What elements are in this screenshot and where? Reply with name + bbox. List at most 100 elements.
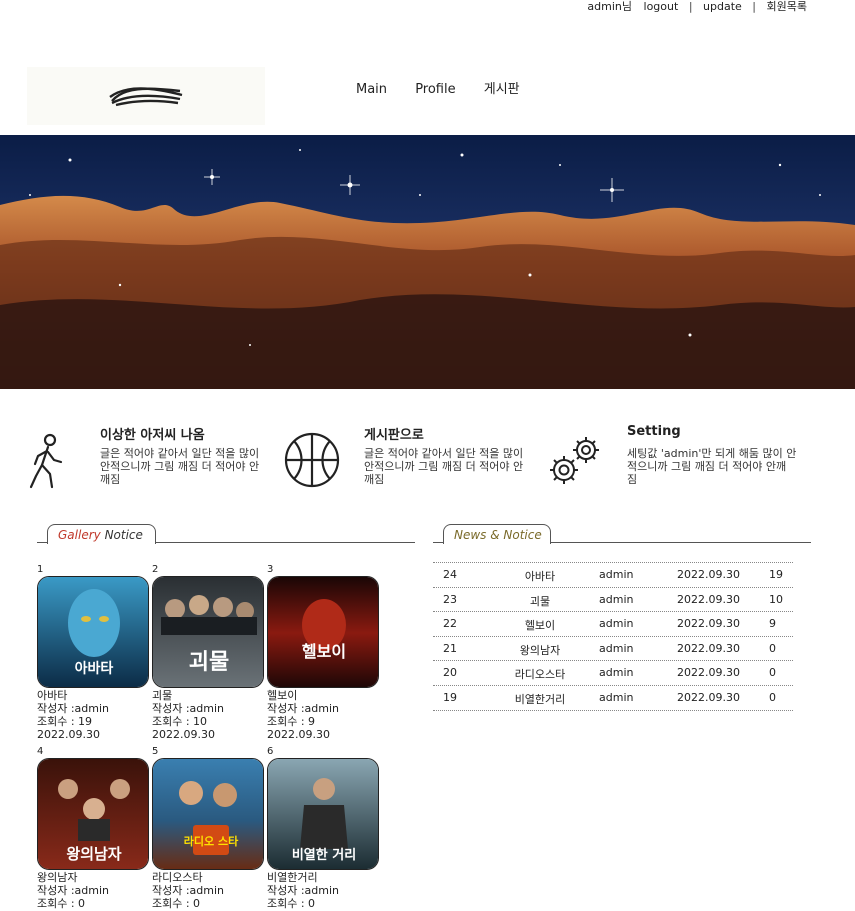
news-row-date: 2022.09.30 <box>677 617 740 631</box>
news-row-title[interactable]: 왕의남자 <box>495 642 585 658</box>
gallery-item-info: 왕의남자 작성자 :admin 조회수 : 0 <box>37 871 152 910</box>
update-link[interactable]: update <box>703 0 742 14</box>
news-notice-list: 24 아바타 admin 2022.09.30 19 23 괴물 admin 2… <box>433 562 793 711</box>
news-row-views: 0 <box>769 690 776 704</box>
poster-title-text: 괴물 <box>189 650 229 675</box>
greeting-username: admin <box>587 0 622 13</box>
gallery-item-info: 비열한거리 작성자 :admin 조회수 : 0 <box>267 871 382 910</box>
news-row-date: 2022.09.30 <box>677 568 740 581</box>
news-row-views: 0 <box>769 641 776 655</box>
gallery-item[interactable]: 4 왕의남자 왕의남자 작성자 :admin 조회수 : 0 <box>37 746 152 910</box>
feature-block-1[interactable]: 이상한 아저씨 나옴 글은 적어야 같아서 일단 적을 많이 안적으니까 그림 … <box>28 424 278 494</box>
top-utility-nav: admin님 logout | update | 회원목록 <box>587 0 807 14</box>
news-row[interactable]: 21 왕의남자 admin 2022.09.30 0 <box>433 637 793 662</box>
news-row-author: admin <box>599 568 634 581</box>
tab-news-label: News & Notice <box>454 528 542 542</box>
movie-poster[interactable]: 라디오 스타 <box>152 758 264 870</box>
news-row-author: admin <box>599 690 634 704</box>
news-row[interactable]: 22 헬보이 admin 2022.09.30 9 <box>433 612 793 637</box>
news-row-author: admin <box>599 617 634 631</box>
news-row-views: 0 <box>769 666 776 680</box>
news-row[interactable]: 20 라디오스타 admin 2022.09.30 0 <box>433 661 793 686</box>
gallery-item-title[interactable]: 아바타 <box>37 689 152 702</box>
news-row-views: 19 <box>769 568 783 581</box>
news-row[interactable]: 24 아바타 admin 2022.09.30 19 <box>433 563 793 588</box>
news-row-date: 2022.09.30 <box>677 592 740 606</box>
news-row-title[interactable]: 괴물 <box>495 593 585 609</box>
news-row-views: 10 <box>769 592 783 606</box>
gallery-item-number: 4 <box>37 746 44 757</box>
gallery-item-date: 2022.09.30 <box>37 728 100 741</box>
tab-news-notice[interactable]: News & Notice <box>443 524 551 544</box>
gallery-item-author: 작성자 :admin <box>152 884 225 897</box>
feature-text: 글은 적어야 같아서 일단 적을 많이 안적으니까 그림 깨짐 더 적어야 안 … <box>100 447 260 486</box>
gallery-item-author: 작성자 :admin <box>267 884 340 897</box>
gallery-item[interactable]: 3 헬보이 헬보이 작성자 :admin 조회수 : 9 2022.09.30 <box>267 564 382 741</box>
feature-text: 글은 적어야 같아서 일단 적을 많이 안적으니까 그림 깨짐 더 적어야 안 … <box>364 447 524 486</box>
main-menu: Main Profile 게시판 <box>356 78 544 97</box>
gallery-item[interactable]: 1 아바타 아바타 작성자 :admin 조회수 : 19 2022.09.30 <box>37 564 152 741</box>
gallery-item[interactable]: 2 괴물 괴물 작성자 :admin 조회수 : 10 2022.09.30 <box>152 564 267 741</box>
gallery-item-views: 조회수 : 0 <box>152 897 201 910</box>
menu-profile[interactable]: Profile <box>415 82 455 97</box>
basketball-icon <box>284 432 340 488</box>
movie-poster[interactable]: 비열한 거리 <box>267 758 379 870</box>
movie-poster[interactable]: 헬보이 <box>267 576 379 688</box>
news-row[interactable]: 19 비열한거리 admin 2022.09.30 0 <box>433 686 793 711</box>
feature-title: 게시판으로 <box>364 428 424 443</box>
news-row-date: 2022.09.30 <box>677 666 740 680</box>
news-row-number: 22 <box>443 617 457 631</box>
gallery-item-views: 조회수 : 0 <box>37 897 86 910</box>
news-row-views: 9 <box>769 617 776 631</box>
news-row-title[interactable]: 헬보이 <box>495 617 585 633</box>
gallery-item[interactable]: 5 라디오 스타 라디오스타 작성자 :admin 조회수 : 0 <box>152 746 267 910</box>
news-row-title[interactable]: 비열한거리 <box>495 691 585 707</box>
separator: | <box>752 0 757 13</box>
tab-gallery-notice[interactable]: Gallery Notice <box>47 524 156 544</box>
gallery-item-info: 라디오스타 작성자 :admin 조회수 : 0 <box>152 871 267 910</box>
news-notice-header: News & Notice <box>433 524 811 544</box>
site-logo[interactable] <box>27 67 265 125</box>
feature-block-2[interactable]: 게시판으로 글은 적어야 같아서 일단 적을 많이 안적으니까 그림 깨짐 더 … <box>284 424 539 494</box>
separator: | <box>688 0 693 13</box>
gallery-item-title[interactable]: 괴물 <box>152 689 267 702</box>
news-row-author: admin <box>599 592 634 606</box>
feature-block-3[interactable]: Setting 세팅값 'admin'만 되게 해둠 많이 안 적으니까 그림 … <box>548 424 808 494</box>
menu-main[interactable]: Main <box>356 82 387 97</box>
movie-poster[interactable]: 아바타 <box>37 576 149 688</box>
news-row-date: 2022.09.30 <box>677 641 740 655</box>
feature-title: Setting <box>627 424 681 439</box>
gallery-item-title[interactable]: 라디오스타 <box>152 871 267 884</box>
logout-link[interactable]: logout <box>644 0 679 14</box>
gallery-item-number: 5 <box>152 746 159 757</box>
poster-title-text: 비열한 거리 <box>292 847 356 863</box>
gallery-item-title[interactable]: 헬보이 <box>267 689 382 702</box>
gallery-item-info: 괴물 작성자 :admin 조회수 : 10 2022.09.30 <box>152 689 267 741</box>
greeting: admin님 <box>587 0 632 14</box>
gallery-item-number: 2 <box>152 564 159 575</box>
news-row-title[interactable]: 아바타 <box>495 568 585 584</box>
gallery-item-author: 작성자 :admin <box>37 884 110 897</box>
gallery-item-date: 2022.09.30 <box>267 728 330 741</box>
gallery-item[interactable]: 6 비열한 거리 비열한거리 작성자 :admin 조회수 : 0 <box>267 746 382 910</box>
news-row-number: 21 <box>443 641 457 655</box>
gallery-item-title[interactable]: 왕의남자 <box>37 871 152 884</box>
news-row-number: 20 <box>443 666 457 680</box>
gallery-item-number: 6 <box>267 746 274 757</box>
gallery-item-info: 아바타 작성자 :admin 조회수 : 19 2022.09.30 <box>37 689 152 741</box>
gallery-item-info: 헬보이 작성자 :admin 조회수 : 9 2022.09.30 <box>267 689 382 741</box>
movie-poster[interactable]: 왕의남자 <box>37 758 149 870</box>
news-row-title[interactable]: 라디오스타 <box>495 666 585 682</box>
gallery-item-views: 조회수 : 10 <box>152 715 208 728</box>
feature-text: 세팅값 'admin'만 되게 해둠 많이 안 적으니까 그림 깨짐 더 적어야… <box>627 447 797 486</box>
logo-mark-icon <box>109 87 183 107</box>
movie-poster[interactable]: 괴물 <box>152 576 264 688</box>
news-row-author: admin <box>599 666 634 680</box>
gallery-item-views: 조회수 : 0 <box>267 897 316 910</box>
member-list-link[interactable]: 회원목록 <box>767 0 807 14</box>
tab-gallery-word: Gallery <box>58 528 101 542</box>
gallery-item-title[interactable]: 비열한거리 <box>267 871 382 884</box>
news-row[interactable]: 23 괴물 admin 2022.09.30 10 <box>433 588 793 613</box>
menu-board[interactable]: 게시판 <box>484 78 520 97</box>
poster-title-text: 라디오 스타 <box>184 834 239 848</box>
